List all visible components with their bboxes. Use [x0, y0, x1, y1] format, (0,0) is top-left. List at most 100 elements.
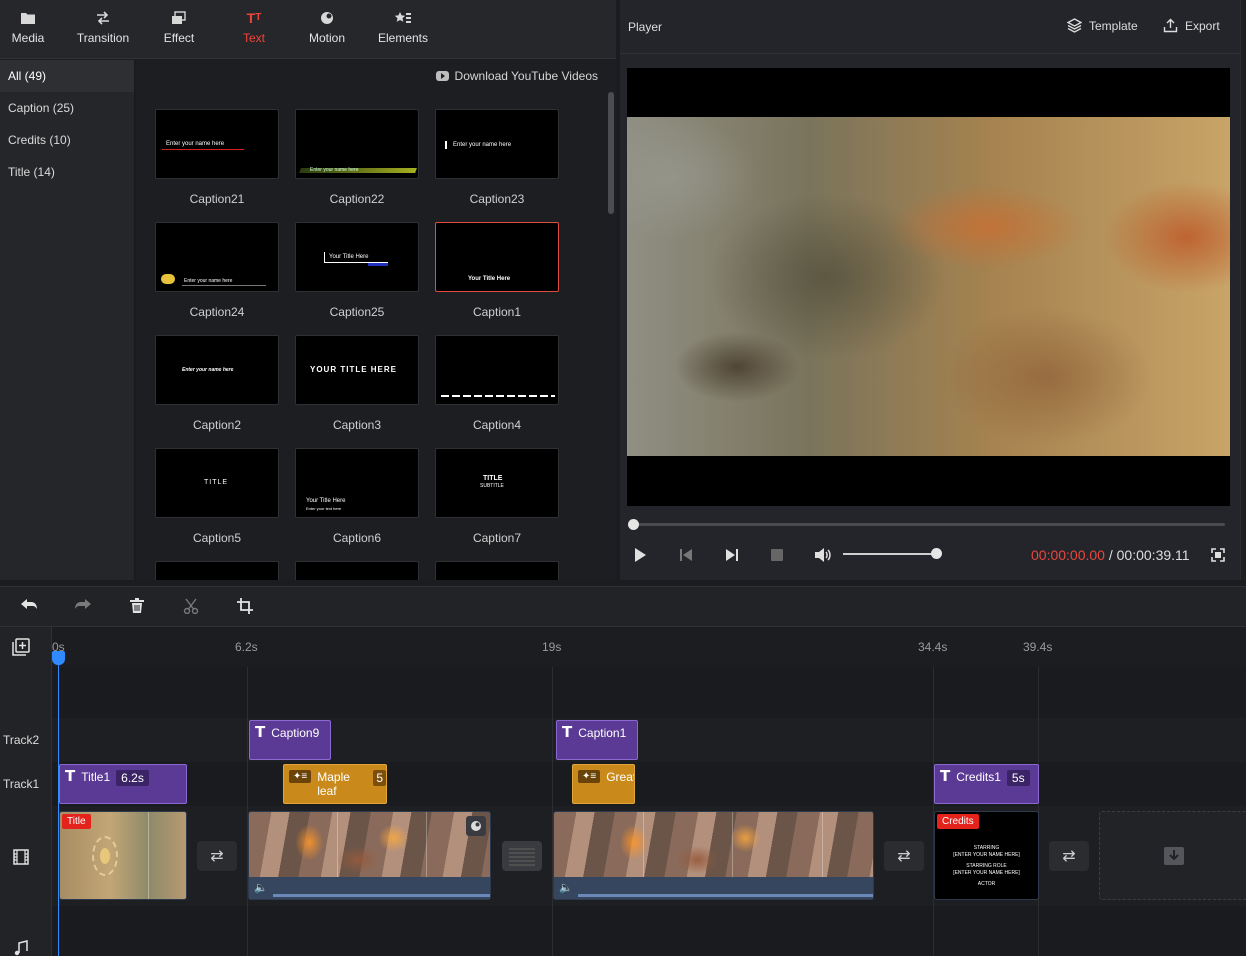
- category-caption[interactable]: Caption (25): [0, 92, 134, 124]
- layers-icon: [1067, 18, 1082, 33]
- elements-icon: ✦≡: [578, 770, 601, 783]
- element-clip-maple-leaf[interactable]: ✦≡ Maple leaf 5: [283, 764, 387, 804]
- music-note-icon: [14, 940, 28, 956]
- transition-slot-button[interactable]: ⇄: [1049, 841, 1089, 871]
- template-card-selected[interactable]: Your Title Here Caption1: [435, 222, 559, 319]
- category-list: All (49) Caption (25) Credits (10) Title…: [0, 60, 135, 580]
- playhead[interactable]: [52, 651, 65, 956]
- export-icon: [1163, 18, 1178, 33]
- video-clip-grill-2[interactable]: 🔈: [553, 811, 874, 900]
- template-card[interactable]: YOUR TITLE HERE Caption3: [295, 335, 419, 432]
- volume-slider[interactable]: [843, 548, 942, 559]
- template-card[interactable]: [435, 561, 559, 580]
- template-card[interactable]: [155, 561, 279, 580]
- template-card[interactable]: Your Title Here Enter your text here Cap…: [295, 448, 419, 545]
- category-title[interactable]: Title (14): [0, 156, 134, 188]
- fullscreen-button[interactable]: [1211, 548, 1225, 565]
- template-button[interactable]: Template: [1067, 18, 1138, 33]
- motion-icon: [471, 821, 481, 831]
- text-icon: TT: [246, 10, 262, 26]
- undo-icon: [21, 599, 37, 609]
- delete-button[interactable]: [129, 598, 145, 617]
- fullscreen-icon: [1211, 548, 1225, 562]
- template-card[interactable]: Enter your name here Caption2: [155, 335, 279, 432]
- swap-icon: ⇄: [897, 848, 911, 865]
- transition-slot-button[interactable]: ⇄: [884, 841, 924, 871]
- thumb-text: Your Title Here: [329, 254, 369, 260]
- download-youtube-button[interactable]: Download YouTube Videos: [435, 69, 598, 83]
- cut-button[interactable]: [183, 598, 199, 617]
- template-card[interactable]: Enter your name here Caption24: [155, 222, 279, 319]
- speaker-icon: 🔈: [254, 882, 268, 894]
- volume-button[interactable]: [814, 547, 832, 566]
- template-card[interactable]: Your Title Here Caption25: [295, 222, 419, 319]
- crop-button[interactable]: [237, 598, 253, 617]
- volume-knob[interactable]: [931, 548, 942, 559]
- tool-text-label: Text: [242, 31, 265, 45]
- text-clip-icon: T: [562, 723, 573, 741]
- next-frame-button[interactable]: [724, 547, 740, 566]
- category-credits[interactable]: Credits (10): [0, 124, 134, 156]
- skip-back-icon: [680, 549, 692, 561]
- text-clip-caption9[interactable]: T Caption9: [249, 720, 331, 760]
- video-track-icon-wrap: [13, 849, 29, 868]
- thumb-text: YOUR TITLE HERE: [310, 365, 398, 374]
- audio-waveform: 🔈: [249, 877, 490, 899]
- template-card[interactable]: TITLE Caption5: [155, 448, 279, 545]
- tool-elements[interactable]: Elements: [368, 0, 438, 58]
- current-time: 00:00:00.00: [1031, 547, 1105, 563]
- undo-button[interactable]: [20, 598, 38, 617]
- video-clip-credits[interactable]: Credits STARRING [ENTER YOUR NAME HERE] …: [934, 811, 1039, 900]
- template-name: Caption25: [329, 305, 385, 319]
- seek-bar[interactable]: [628, 519, 1225, 530]
- skip-forward-icon: [726, 549, 738, 561]
- tool-media-label: Media: [11, 31, 45, 45]
- transition-slot-button[interactable]: [502, 841, 542, 871]
- delete-icon: [130, 598, 144, 613]
- template-card[interactable]: Enter your name here Caption23: [435, 109, 559, 206]
- element-clip-great[interactable]: ✦≡ Great: [572, 764, 635, 804]
- text-clip-caption1[interactable]: T Caption1: [556, 720, 638, 760]
- template-thumbnail: Enter your name here: [155, 335, 279, 405]
- playhead-handle[interactable]: [52, 651, 65, 665]
- text-clip-title1[interactable]: T Title1 6.2s: [59, 764, 187, 804]
- video-clip-title[interactable]: Title: [59, 811, 187, 900]
- tool-media[interactable]: Media: [0, 0, 63, 58]
- tool-text[interactable]: TT Text: [219, 0, 289, 58]
- empty-lane: [52, 667, 1246, 718]
- clip-duration: 6.2s: [116, 770, 149, 786]
- media-drop-zone[interactable]: [1099, 811, 1246, 900]
- template-thumbnail: [435, 561, 559, 580]
- tool-motion[interactable]: Motion: [292, 0, 362, 58]
- text-clip-credits1[interactable]: T Credits1 5s: [934, 764, 1039, 804]
- video-clip-grill[interactable]: 🔈: [248, 811, 491, 900]
- export-button[interactable]: Export: [1163, 18, 1220, 33]
- stop-button[interactable]: [770, 547, 784, 566]
- thumb-text: Enter your name here: [182, 367, 234, 373]
- preview-screen[interactable]: [627, 68, 1230, 506]
- tool-elements-label: Elements: [377, 31, 429, 45]
- transition-slot-button[interactable]: ⇄: [197, 841, 237, 871]
- category-all[interactable]: All (49): [0, 60, 134, 92]
- clip-effect-badge[interactable]: [466, 816, 486, 836]
- previous-frame-button[interactable]: [678, 547, 694, 566]
- clip-label: Caption9: [271, 726, 320, 740]
- template-card[interactable]: [295, 561, 419, 580]
- text-clip-icon: T: [940, 767, 951, 785]
- template-card[interactable]: TITLE SUBTITLE Caption7: [435, 448, 559, 545]
- template-name: Caption1: [472, 305, 522, 319]
- template-card[interactable]: Enter your name here Caption21: [155, 109, 279, 206]
- add-track-button[interactable]: [12, 638, 30, 659]
- template-card[interactable]: Caption4: [435, 335, 559, 432]
- library-scrollbar[interactable]: [608, 92, 614, 214]
- time-ruler[interactable]: 0s 6.2s 19s 34.4s 39.4s: [52, 627, 1246, 667]
- seek-knob[interactable]: [628, 519, 639, 530]
- redo-button[interactable]: [74, 598, 92, 617]
- play-button[interactable]: [633, 547, 647, 566]
- template-card[interactable]: Enter your name here Caption22: [295, 109, 419, 206]
- tool-transition[interactable]: Transition: [68, 0, 138, 58]
- thumb-text: TITLE: [204, 479, 229, 486]
- tool-effect[interactable]: Effect: [144, 0, 214, 58]
- thumb-text: Your Title Here: [468, 276, 511, 282]
- template-thumbnail: Your Title Here Enter your text here: [295, 448, 419, 518]
